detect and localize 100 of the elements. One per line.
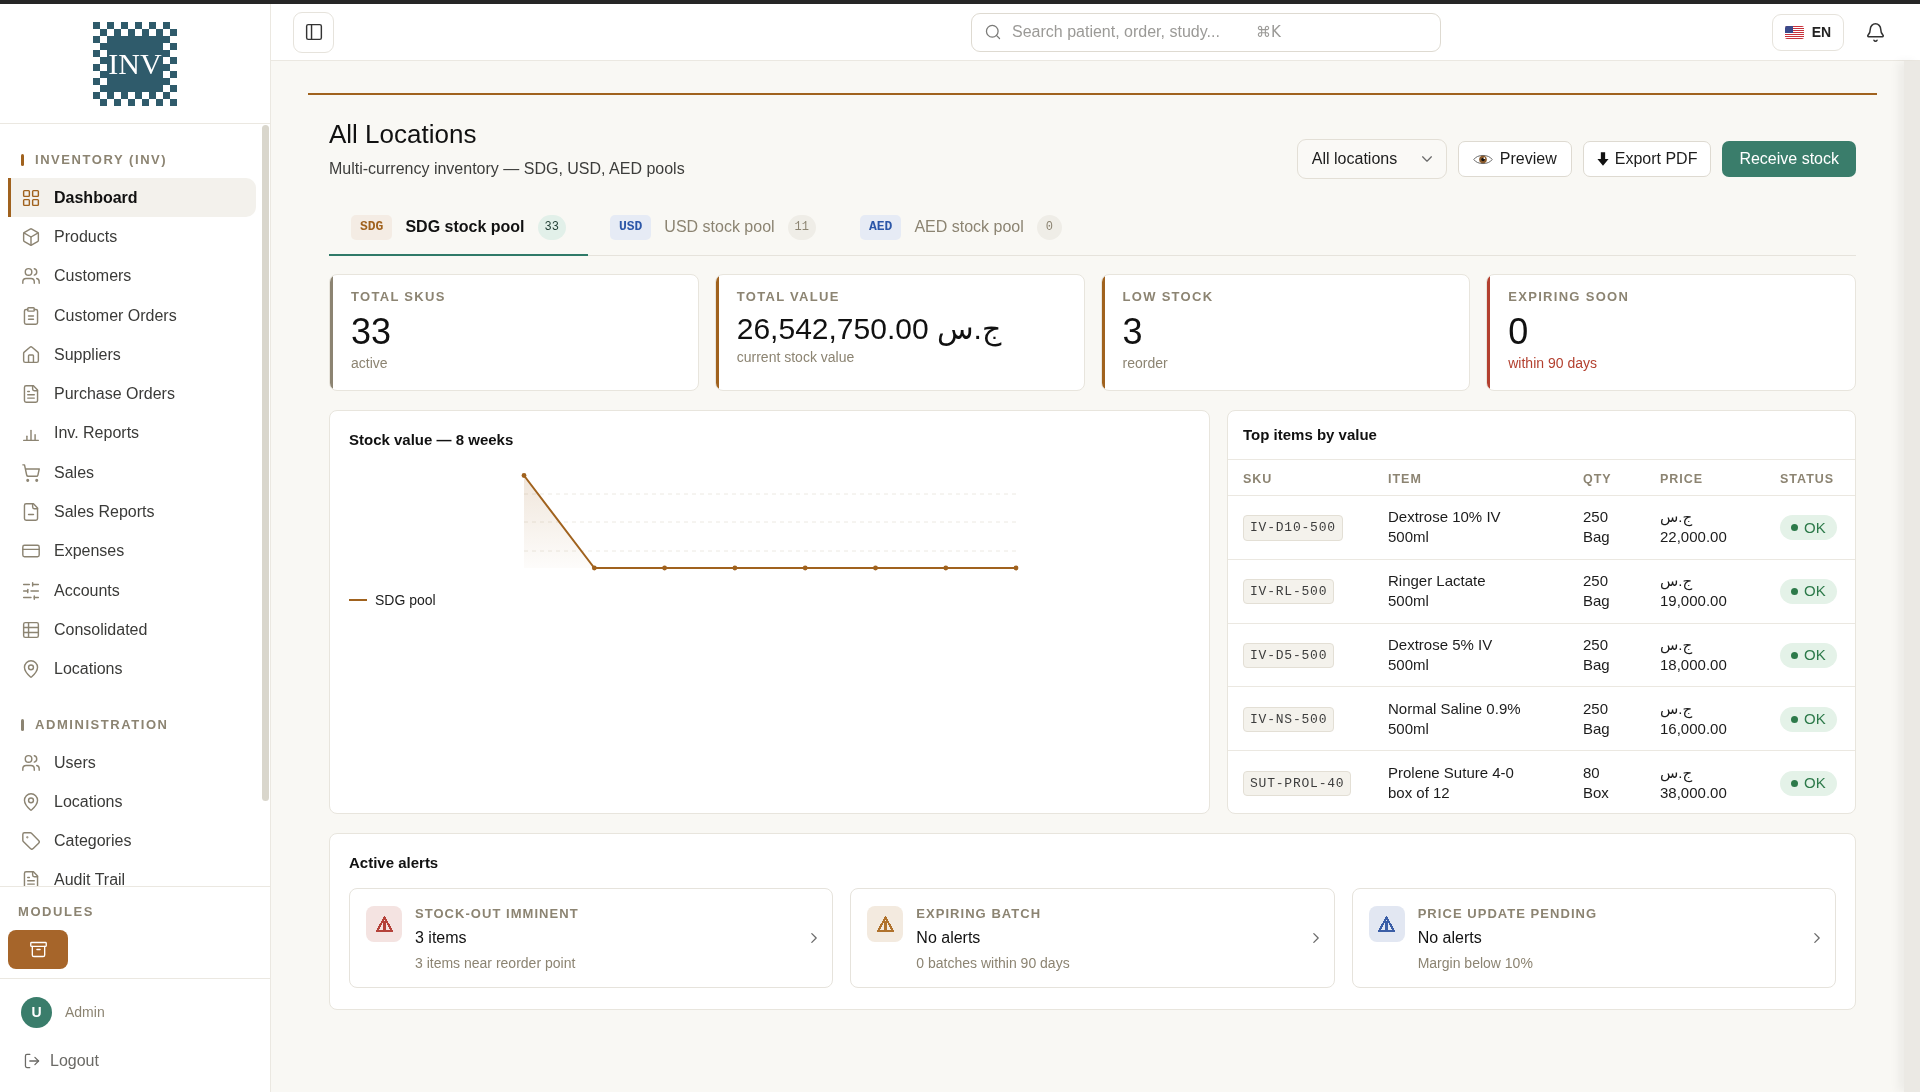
grid-icon <box>22 188 40 207</box>
nav-item[interactable]: Dashboard <box>8 178 256 218</box>
archive-icon <box>29 941 47 958</box>
quantity: 250 Bag <box>1583 698 1611 739</box>
quantity: 250 Bag <box>1583 571 1611 612</box>
scrollbar[interactable] <box>1904 61 1920 1092</box>
alert-card[interactable]: STOCK-OUT IMMINENT 3 items 3 items near reorder point <box>349 888 834 988</box>
alert-detail: 0 batches within 90 days <box>916 954 1070 972</box>
sku-code: IV-NS-500 <box>1243 706 1335 733</box>
bell-icon <box>1865 22 1885 42</box>
item-name: Ringer Lactate 500ml <box>1388 571 1487 612</box>
alert-value: 3 items <box>415 928 467 948</box>
map-pin-icon <box>22 792 40 811</box>
tab[interactable]: SDG SDG stock pool 33 <box>329 210 588 256</box>
legend-line-icon <box>349 599 367 601</box>
price: ج.س 22,000.00 <box>1660 507 1728 548</box>
alert-value: No alerts <box>1417 928 1482 948</box>
alert-title: EXPIRING BATCH <box>916 906 1042 922</box>
stat-label: TOTAL VALUE <box>736 289 840 305</box>
stat-value: 3 <box>1122 312 1143 352</box>
status-text: OK <box>1804 581 1826 602</box>
nav-item[interactable]: Customer Orders <box>8 295 256 336</box>
table-icon <box>22 620 40 639</box>
status-dot-icon <box>1791 588 1798 596</box>
alert-title: PRICE UPDATE PENDING <box>1417 906 1598 922</box>
price: ج.س 19,000.00 <box>1660 571 1728 612</box>
currency-badge: USD <box>609 214 652 240</box>
logout-link[interactable]: Logout <box>24 1049 99 1073</box>
column-header: PRICE <box>1660 471 1704 486</box>
price: ج.س 18,000.00 <box>1660 635 1728 675</box>
nav-item[interactable]: Consolidated <box>8 610 256 650</box>
sku-code: IV-D10-500 <box>1243 515 1343 541</box>
alert-value: No alerts <box>916 928 981 948</box>
page-subtitle: Multi-currency inventory — SDG, USD, AED pools <box>329 159 685 179</box>
module-button[interactable] <box>8 930 68 969</box>
stat-note: within 90 days <box>1508 355 1597 371</box>
language-button[interactable]: EN <box>1772 13 1844 51</box>
status-dot-icon <box>1791 780 1798 788</box>
shortcut-hint: ⌘K <box>1256 21 1281 42</box>
quantity: 250 Bag <box>1583 635 1611 675</box>
sku-code: SUT-PROL-40 <box>1243 770 1352 797</box>
nav-item[interactable]: Users <box>8 742 256 783</box>
nav-item[interactable]: Purchase Orders <box>8 374 256 414</box>
stat-value: 33 <box>351 312 392 352</box>
nav-item[interactable]: Categories <box>8 821 256 861</box>
user-role: Admin <box>65 1003 105 1022</box>
price: ج.س 38,000.00 <box>1660 763 1728 804</box>
nav-item[interactable]: Audit Trail <box>8 860 256 886</box>
users-icon <box>22 267 40 286</box>
status-text: OK <box>1804 773 1826 794</box>
alert-card[interactable]: PRICE UPDATE PENDING No alerts Margin below 10% <box>1351 888 1836 988</box>
nav-item[interactable]: Locations <box>8 649 256 689</box>
alert-card[interactable]: EXPIRING BATCH No alerts 0 batches within 90 days <box>850 888 1335 988</box>
eye-icon <box>1472 152 1493 166</box>
status-text: OK <box>1804 709 1826 730</box>
stat-label: LOW STOCK <box>1122 289 1214 305</box>
nav-item[interactable]: Products <box>8 217 256 257</box>
document-icon <box>22 385 40 404</box>
notifications-button[interactable] <box>1865 22 1885 42</box>
status-text: OK <box>1804 645 1826 666</box>
flag-icon <box>1784 25 1804 39</box>
quantity: 250 Bag <box>1583 507 1611 548</box>
column-header: ITEM <box>1388 471 1422 486</box>
legend-label: SDG pool <box>375 591 436 609</box>
action-button[interactable]: Preview <box>1457 141 1572 177</box>
nav-item[interactable]: Suppliers <box>8 335 256 375</box>
nav-item[interactable]: Inv. Reports <box>8 413 256 454</box>
sidebar-toggle-button[interactable] <box>293 11 334 53</box>
avatar: U <box>21 997 52 1028</box>
nav-item[interactable]: Expenses <box>8 531 256 571</box>
item-name: Dextrose 10% IV 500ml <box>1388 507 1502 548</box>
nav-item[interactable]: Sales Reports <box>8 492 256 532</box>
alert-detail: Margin below 10% <box>1417 954 1533 972</box>
map-pin-icon <box>22 660 40 679</box>
warning-icon <box>867 906 904 942</box>
document-icon <box>22 503 40 521</box>
table-title: Top items by value <box>1243 424 1377 445</box>
action-button[interactable]: Export PDF <box>1582 141 1712 177</box>
item-name: Prolene Suture 4-0 box of 12 <box>1388 763 1515 804</box>
status-dot-icon <box>1791 715 1798 723</box>
location-select[interactable]: All locations <box>1296 139 1447 179</box>
column-header: QTY <box>1583 471 1612 486</box>
alert-title: STOCK-OUT IMMINENT <box>415 906 579 922</box>
tab[interactable]: USD USD stock pool 11 <box>587 210 838 256</box>
nav-item[interactable]: Sales <box>8 453 256 493</box>
status-text: OK <box>1804 517 1826 538</box>
nav-item[interactable]: Customers <box>8 256 256 296</box>
action-button[interactable]: Receive stock <box>1722 141 1856 177</box>
chart-title: Stock value — 8 weeks <box>349 430 514 450</box>
section-title: ADMINISTRATION <box>35 716 169 733</box>
nav-item[interactable]: Accounts <box>8 570 256 611</box>
count-badge: 33 <box>537 214 566 240</box>
tab[interactable]: AED AED stock pool 0 <box>838 210 1084 256</box>
arrow-down-icon <box>1596 152 1609 166</box>
nav-item[interactable]: Locations <box>8 782 256 822</box>
scrollbar[interactable] <box>262 125 269 801</box>
stat-label: EXPIRING SOON <box>1508 289 1630 305</box>
column-header: STATUS <box>1780 471 1835 486</box>
cart-icon <box>22 463 40 482</box>
alert-detail: 3 items near reorder point <box>415 954 576 972</box>
